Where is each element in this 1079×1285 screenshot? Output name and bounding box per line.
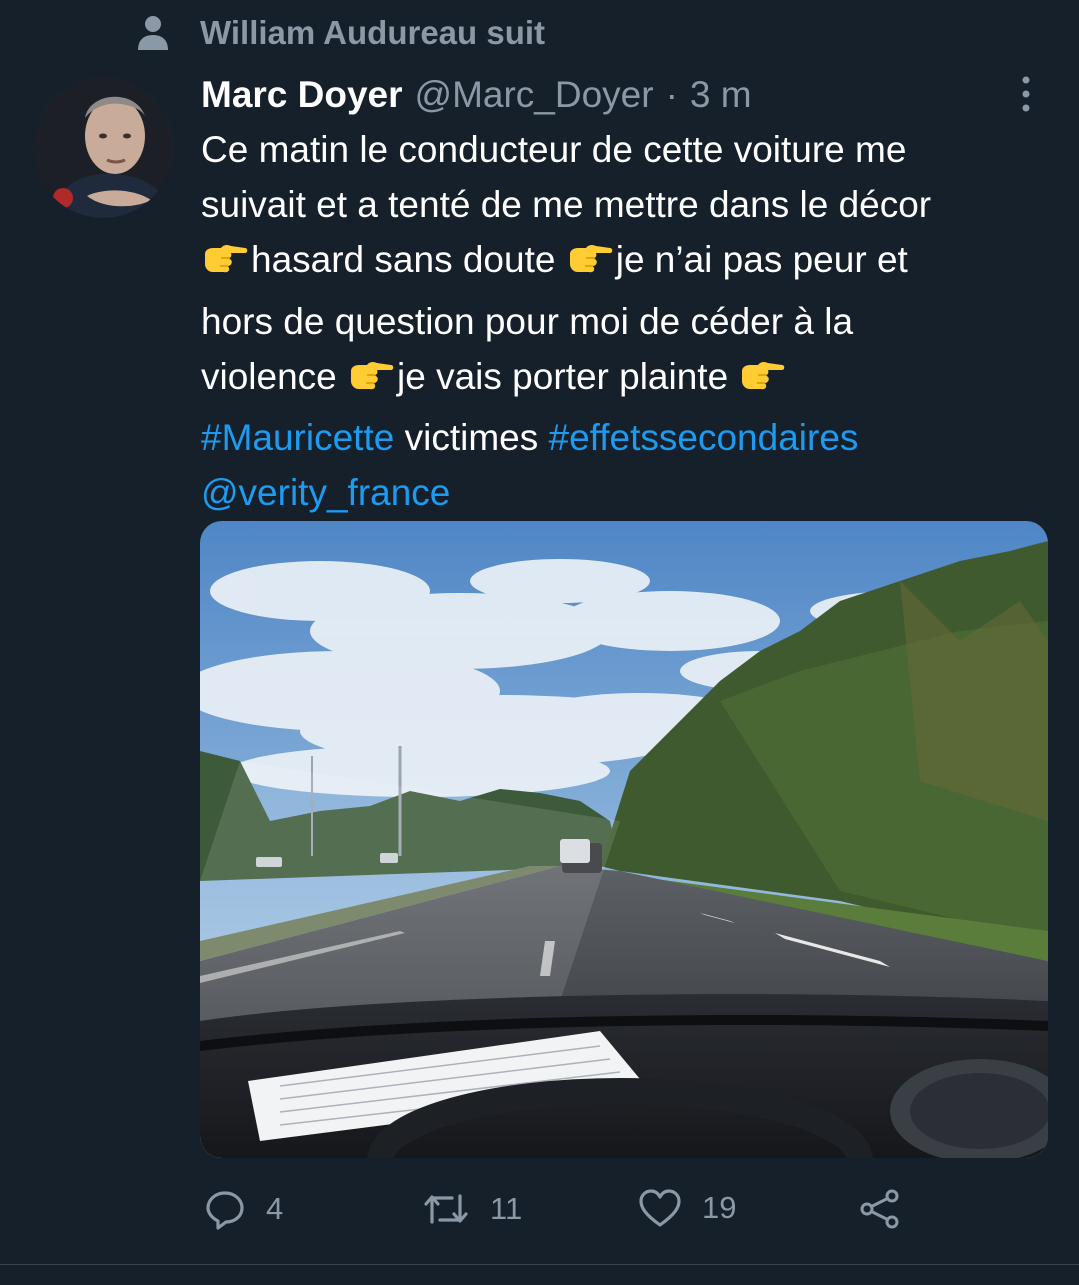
- tweet-line: hasard sans doute je n’ai pas peur et: [201, 232, 1071, 293]
- header-separator: ·: [665, 74, 678, 115]
- tweet-line: Ce matin le conducteur de cette voiture …: [201, 129, 907, 170]
- road-photo: [200, 521, 1048, 1158]
- author-name[interactable]: Marc Doyer: [201, 72, 403, 118]
- retweet-count: 11: [490, 1191, 523, 1226]
- retweet-button[interactable]: 11: [422, 1188, 522, 1230]
- pointing-right-emoji-icon: [347, 355, 395, 410]
- social-context: William Audureau suit: [136, 14, 545, 52]
- tweet-segment: je vais porter plainte: [397, 355, 739, 397]
- pointing-right-emoji-icon: [566, 238, 614, 293]
- tweet-segment: violence: [201, 355, 348, 397]
- tweet-text: Ce matin le conducteur de cette voiture …: [201, 122, 1071, 520]
- social-context-text: William Audureau suit: [200, 14, 546, 51]
- share-button[interactable]: [858, 1188, 902, 1230]
- retweet-icon: [424, 1194, 468, 1224]
- timestamp[interactable]: 3 m: [690, 72, 752, 118]
- avatar-image: [33, 78, 173, 218]
- reply-button[interactable]: 4: [204, 1188, 283, 1230]
- tweet-segment: je n’ai pas peur et: [615, 239, 908, 281]
- tweet-line: hors de question pour moi de céder à la: [201, 300, 854, 342]
- tweet-actions: 4 11 19: [204, 1188, 924, 1236]
- tweet-photo[interactable]: [200, 521, 1048, 1158]
- avatar[interactable]: [33, 78, 173, 218]
- tweet-line: violence je vais porter plainte: [201, 349, 1071, 410]
- more-vertical-icon: [1022, 76, 1030, 112]
- person-icon: [138, 16, 168, 50]
- tweet-page: William Audureau suit Marc Doyer @Marc_D…: [0, 0, 1079, 1285]
- tweet-segment: hasard sans doute: [251, 239, 566, 281]
- like-count: 19: [702, 1190, 737, 1225]
- pointing-right-emoji-icon: [738, 355, 786, 410]
- mention-link[interactable]: @verity_france: [201, 472, 450, 513]
- hashtag-link[interactable]: #effetssecondaires: [549, 417, 859, 458]
- heart-icon: [639, 1189, 681, 1227]
- tweet-line: @verity_france: [201, 465, 1071, 520]
- hashtag-link[interactable]: #Mauricette: [201, 417, 394, 458]
- reply-count: 4: [266, 1191, 284, 1226]
- tweet-line: #Mauricette victimes #effetssecondaires: [201, 410, 1071, 465]
- author-handle[interactable]: @Marc_Doyer: [415, 72, 654, 118]
- tweet-line: suivait et a tenté de me mettre dans le …: [201, 184, 932, 226]
- like-button[interactable]: 19: [638, 1188, 736, 1228]
- reply-icon: [206, 1191, 244, 1230]
- tweet-segment: victimes: [394, 417, 549, 459]
- pointing-right-emoji-icon: [201, 238, 249, 293]
- more-options-button[interactable]: [1006, 74, 1046, 114]
- share-icon: [860, 1189, 899, 1229]
- divider: [0, 1264, 1079, 1265]
- tweet-header: Marc Doyer @Marc_Doyer · 3 m: [201, 72, 752, 118]
